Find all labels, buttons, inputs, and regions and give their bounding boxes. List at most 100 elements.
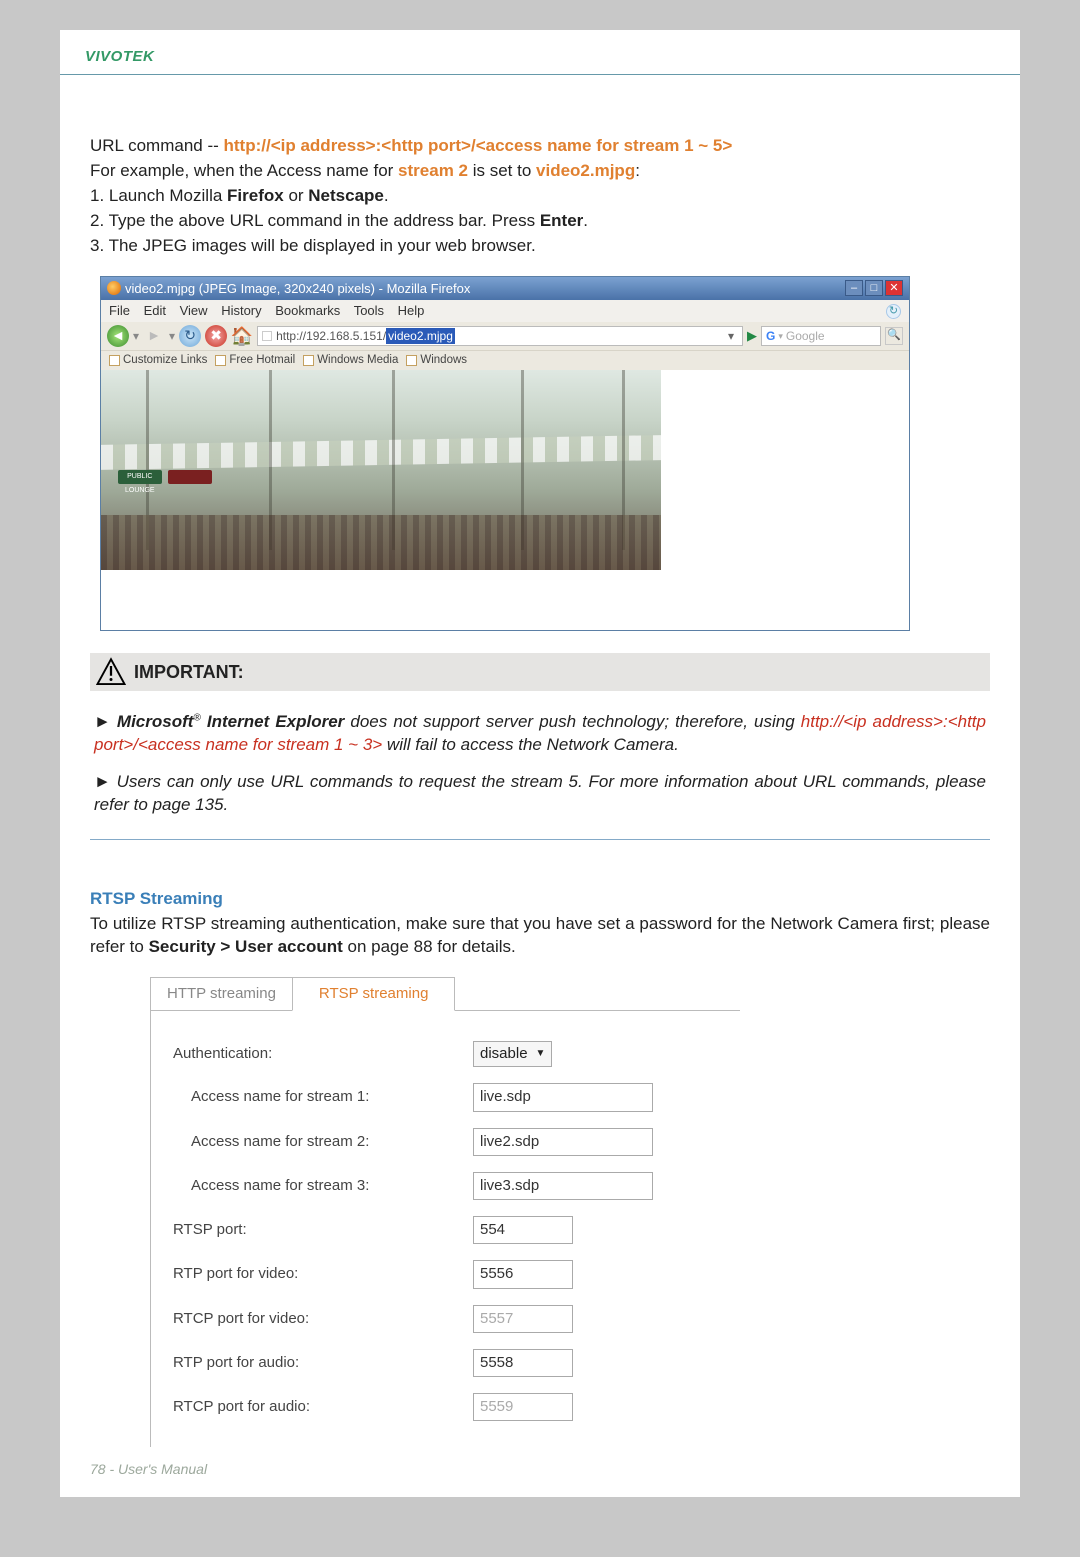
browser-viewport: PUBLIC LOUNGE xyxy=(101,370,909,630)
address-dropdown-icon[interactable]: ▾ xyxy=(724,328,738,344)
warning-icon xyxy=(96,657,126,687)
bookmark-windows-media[interactable]: Windows Media xyxy=(303,353,398,369)
sign-label-1: PUBLIC LOUNGE xyxy=(118,470,162,484)
forward-button[interactable]: ► xyxy=(143,325,165,347)
ex-stream: stream 2 xyxy=(398,161,468,180)
input-rtp-audio[interactable]: 5558 xyxy=(473,1349,573,1377)
bookmark-customize-links[interactable]: Customize Links xyxy=(109,353,207,369)
label-rtp-video: RTP port for video: xyxy=(173,1264,473,1284)
bookmark-free-hotmail[interactable]: Free Hotmail xyxy=(215,353,295,369)
ex-mid: is set to xyxy=(468,161,536,180)
select-auth-value: disable xyxy=(480,1044,528,1064)
input-rtcp-audio[interactable]: 5559 xyxy=(473,1393,573,1421)
s1-pre: 1. Launch Mozilla xyxy=(90,186,227,205)
bm-label-1: Free Hotmail xyxy=(229,353,295,369)
select-authentication[interactable]: disable ▼ xyxy=(473,1041,552,1067)
forward-dropdown[interactable]: ▾ xyxy=(169,328,175,344)
page-header: VIVOTEK xyxy=(60,30,1020,75)
back-dropdown[interactable]: ▾ xyxy=(133,328,139,344)
url-prefix: URL command -- xyxy=(90,136,224,155)
page-favicon-icon xyxy=(262,331,272,341)
tab-rtsp-streaming[interactable]: RTSP streaming xyxy=(292,977,456,1011)
window-titlebar[interactable]: video2.mjpg (JPEG Image, 320x240 pixels)… xyxy=(101,277,909,301)
important-note-2: ► Users can only use URL commands to req… xyxy=(94,771,986,817)
address-bar[interactable]: http://192.168.5.151/video2.mjpg ▾ xyxy=(257,326,743,346)
menu-bookmarks[interactable]: Bookmarks xyxy=(275,303,340,318)
url-pattern: http://<ip address>:<http port>/<access … xyxy=(224,136,733,155)
rtsp-settings-panel: HTTP streaming RTSP streaming Authentica… xyxy=(150,977,740,1448)
menu-view[interactable]: View xyxy=(180,303,208,318)
google-icon: G xyxy=(766,328,775,344)
brand-label: VIVOTEK xyxy=(85,48,154,65)
menu-bar: File Edit View History Bookmarks Tools H… xyxy=(101,300,909,322)
input-rtsp-port[interactable]: 554 xyxy=(473,1216,573,1244)
window-title: video2.mjpg (JPEG Image, 320x240 pixels)… xyxy=(125,280,470,298)
back-button[interactable]: ◄ xyxy=(107,325,129,347)
label-rtp-audio: RTP port for audio: xyxy=(173,1353,473,1373)
n1-ie: Internet Explorer xyxy=(201,712,345,731)
input-rtp-video[interactable]: 5556 xyxy=(473,1260,573,1288)
page-footer: 78 - User's Manual xyxy=(90,1461,207,1477)
label-access-stream-3: Access name for stream 3: xyxy=(173,1176,473,1196)
important-title: IMPORTANT: xyxy=(134,660,244,684)
menu-file[interactable]: File xyxy=(109,303,130,318)
bookmark-icon xyxy=(303,355,314,366)
ex-pre: For example, when the Access name for xyxy=(90,161,398,180)
label-authentication: Authentication: xyxy=(173,1044,473,1064)
reload-button[interactable]: ↻ xyxy=(179,325,201,347)
tab-http-streaming[interactable]: HTTP streaming xyxy=(150,977,292,1011)
url-command-line: URL command -- http://<ip address>:<http… xyxy=(90,135,990,158)
stop-button[interactable]: ✖ xyxy=(205,325,227,347)
bookmark-icon xyxy=(109,355,120,366)
n1-ms: Microsoft xyxy=(117,712,194,731)
home-button[interactable]: 🏠 xyxy=(231,325,253,347)
menu-tools[interactable]: Tools xyxy=(354,303,384,318)
important-body: ► Microsoft® Internet Explorer does not … xyxy=(90,691,990,840)
step-1: 1. Launch Mozilla Firefox or Netscape. xyxy=(90,185,990,208)
n1-post: will fail to access the Network Camera. xyxy=(382,735,679,754)
sign-label-2 xyxy=(168,470,212,484)
s1-b1: Firefox xyxy=(227,186,284,205)
input-access-stream-3[interactable]: live3.sdp xyxy=(473,1172,653,1200)
search-box[interactable]: G▾ Google xyxy=(761,326,881,346)
rtsp-description: To utilize RTSP streaming authentication… xyxy=(90,913,990,959)
menu-help[interactable]: Help xyxy=(398,303,425,318)
s2-pre: 2. Type the above URL command in the add… xyxy=(90,211,540,230)
s1-post: . xyxy=(384,186,389,205)
firefox-icon xyxy=(107,281,121,295)
maximize-button[interactable]: □ xyxy=(865,280,883,296)
s2-post: . xyxy=(583,211,588,230)
n1-arrow: ► xyxy=(94,712,117,731)
close-button[interactable]: ✕ xyxy=(885,280,903,296)
chevron-down-icon: ▼ xyxy=(536,1047,546,1061)
example-line: For example, when the Access name for st… xyxy=(90,160,990,183)
step-3: 3. The JPEG images will be displayed in … xyxy=(90,235,990,258)
rtsp-heading: RTSP Streaming xyxy=(90,888,990,911)
step-2: 2. Type the above URL command in the add… xyxy=(90,210,990,233)
camera-stream-image: PUBLIC LOUNGE xyxy=(101,370,661,570)
n1-mid: does not support server push technology;… xyxy=(344,712,800,731)
label-rtsp-port: RTSP port: xyxy=(173,1220,473,1240)
search-go-icon[interactable]: 🔍 xyxy=(885,327,903,345)
input-access-stream-1[interactable]: live.sdp xyxy=(473,1083,653,1111)
bookmarks-toolbar: Customize Links Free Hotmail Windows Med… xyxy=(101,350,909,371)
go-button[interactable]: ▶ xyxy=(747,327,757,345)
page-content: URL command -- http://<ip address>:<http… xyxy=(60,75,1020,1477)
bookmark-windows[interactable]: Windows xyxy=(406,353,467,369)
firefox-window: video2.mjpg (JPEG Image, 320x240 pixels)… xyxy=(100,276,910,632)
activity-indicator-icon: ↻ xyxy=(886,304,901,319)
minimize-button[interactable]: – xyxy=(845,280,863,296)
bm-label-0: Customize Links xyxy=(123,353,207,369)
input-access-stream-2[interactable]: live2.sdp xyxy=(473,1128,653,1156)
input-rtcp-video[interactable]: 5557 xyxy=(473,1305,573,1333)
bookmark-icon xyxy=(215,355,226,366)
menu-history[interactable]: History xyxy=(221,303,261,318)
address-prefix: http://192.168.5.151/ xyxy=(276,328,386,344)
label-rtcp-video: RTCP port for video: xyxy=(173,1309,473,1329)
address-selection: video2.mjpg xyxy=(386,328,455,344)
important-note-1: ► Microsoft® Internet Explorer does not … xyxy=(94,711,986,757)
s1-b2: Netscape xyxy=(308,186,384,205)
nav-toolbar: ◄ ▾ ► ▾ ↻ ✖ 🏠 http://192.168.5.151/video… xyxy=(101,322,909,350)
menu-edit[interactable]: Edit xyxy=(144,303,166,318)
page: VIVOTEK URL command -- http://<ip addres… xyxy=(60,30,1020,1497)
